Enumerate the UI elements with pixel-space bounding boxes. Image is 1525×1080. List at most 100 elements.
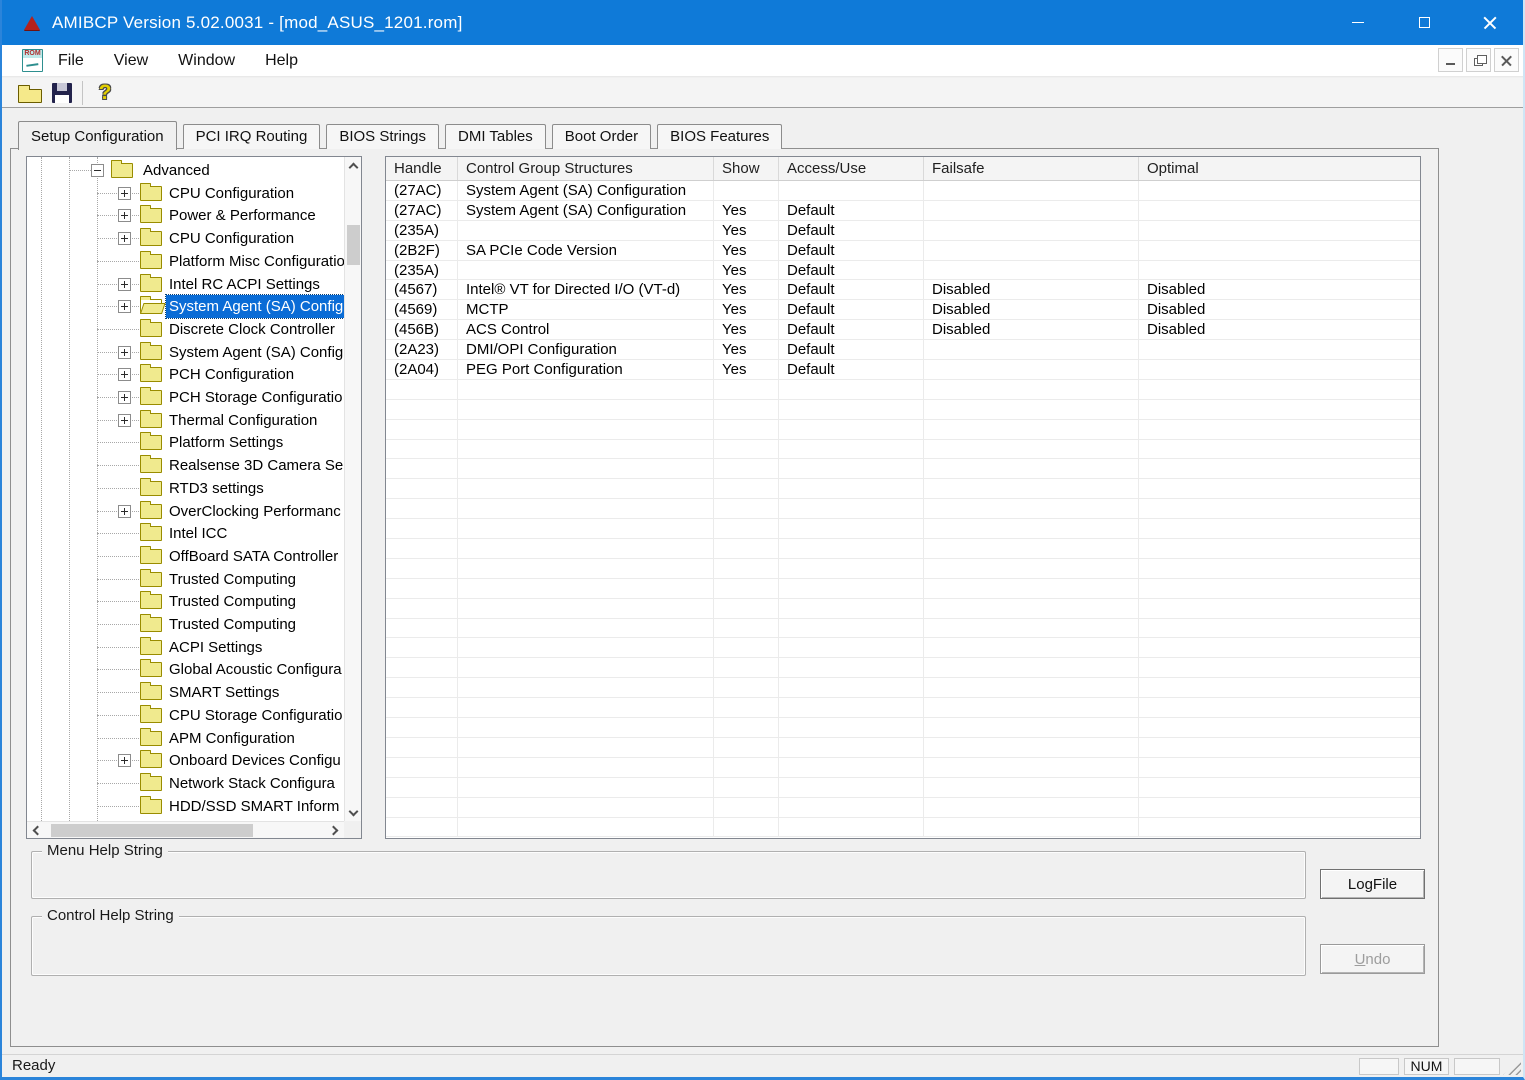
menu-item-help[interactable]: Help	[250, 48, 313, 74]
tree-connector	[97, 465, 141, 466]
tree-item[interactable]: CPU Configuration	[27, 227, 344, 250]
expand-icon[interactable]	[118, 300, 131, 313]
column-header-optimal[interactable]: Optimal	[1139, 157, 1420, 180]
column-header-control-group-structures[interactable]: Control Group Structures	[458, 157, 714, 180]
tab-bios-strings[interactable]: BIOS Strings	[326, 124, 439, 149]
scroll-left-icon[interactable]	[27, 822, 44, 839]
tree-item[interactable]: OffBoard SATA Controller	[27, 545, 344, 568]
table-row[interactable]: (235A)YesDefault	[386, 261, 1420, 281]
table-row[interactable]: (4567)Intel® VT for Directed I/O (VT-d)Y…	[386, 280, 1420, 300]
expand-icon[interactable]	[118, 505, 131, 518]
tree-item[interactable]: HDD/SSD SMART Inform	[27, 795, 344, 818]
tab-bar: Setup ConfigurationPCI IRQ RoutingBIOS S…	[18, 120, 782, 149]
tree-item[interactable]: Intel RC ACPI Settings	[27, 273, 344, 296]
tree-item[interactable]: CPU Storage Configuratio	[27, 704, 344, 727]
tree-item[interactable]: PCH Configuration	[27, 363, 344, 386]
table-row[interactable]: (456B)ACS ControlYesDefaultDisabledDisab…	[386, 320, 1420, 340]
cell-failsafe	[924, 579, 1139, 598]
column-header-failsafe[interactable]: Failsafe	[924, 157, 1139, 180]
table-row[interactable]: (27AC)System Agent (SA) Configuration	[386, 181, 1420, 201]
tree-item[interactable]: CPU Configuration	[27, 182, 344, 205]
menu-item-window[interactable]: Window	[163, 48, 250, 74]
tree-item[interactable]: APM Configuration	[27, 727, 344, 750]
expand-icon[interactable]	[118, 368, 131, 381]
open-button[interactable]	[14, 80, 46, 106]
minimize-button[interactable]	[1325, 0, 1391, 45]
cell-show	[714, 798, 779, 817]
expand-icon[interactable]	[118, 754, 131, 767]
mdi-document-icon[interactable]: ROM	[22, 49, 43, 72]
cell-handle	[386, 459, 458, 478]
column-header-access-use[interactable]: Access/Use	[779, 157, 924, 180]
tree-item[interactable]: OverClocking Performanc	[27, 500, 344, 523]
tree-item[interactable]: System Agent (SA) Config	[27, 295, 344, 318]
expand-icon[interactable]	[118, 346, 131, 359]
tab-boot-order[interactable]: Boot Order	[552, 124, 651, 149]
scroll-right-icon[interactable]	[327, 822, 344, 839]
close-button[interactable]	[1457, 0, 1523, 45]
tree-item[interactable]: Advanced	[27, 159, 344, 182]
column-header-show[interactable]: Show	[714, 157, 779, 180]
tree-item[interactable]: Realsense 3D Camera Se	[27, 454, 344, 477]
undo-button[interactable]: Undo	[1320, 944, 1425, 974]
cell-access	[779, 619, 924, 638]
tab-setup-configuration[interactable]: Setup Configuration	[18, 121, 177, 150]
tree-item[interactable]: System Agent (SA) Config	[27, 341, 344, 364]
expand-icon[interactable]	[118, 278, 131, 291]
tree-item[interactable]: Intel ICC	[27, 522, 344, 545]
expand-icon[interactable]	[118, 391, 131, 404]
tree-item[interactable]: Power & Performance	[27, 204, 344, 227]
tab-bios-features[interactable]: BIOS Features	[657, 124, 782, 149]
table-row[interactable]: (2B2F)SA PCIe Code VersionYesDefault	[386, 241, 1420, 261]
tree-item[interactable]: Global Acoustic Configura	[27, 658, 344, 681]
tree-item[interactable]: PCH Storage Configuratio	[27, 386, 344, 409]
tree-item[interactable]: Trusted Computing	[27, 613, 344, 636]
expand-icon[interactable]	[118, 232, 131, 245]
tree-horizontal-scrollbar[interactable]	[27, 821, 344, 838]
tab-dmi-tables[interactable]: DMI Tables	[445, 124, 546, 149]
cell-handle: (235A)	[386, 221, 458, 240]
logfile-button[interactable]: LogFile	[1320, 869, 1425, 899]
tab-pci-irq-routing[interactable]: PCI IRQ Routing	[183, 124, 321, 149]
tree-item[interactable]: Trusted Computing	[27, 568, 344, 591]
scroll-down-icon[interactable]	[345, 804, 362, 821]
tree-item[interactable]: Network Stack Configura	[27, 772, 344, 795]
mdi-restore-icon	[1474, 58, 1483, 66]
tree-item[interactable]: Onboard Devices Configu	[27, 749, 344, 772]
horizontal-scrollbar-thumb[interactable]	[51, 824, 253, 837]
tree-item[interactable]: Platform Settings	[27, 431, 344, 454]
tree-item[interactable]: ACPI Settings	[27, 636, 344, 659]
expand-icon[interactable]	[118, 209, 131, 222]
table-row[interactable]: (27AC)System Agent (SA) ConfigurationYes…	[386, 201, 1420, 221]
expand-icon[interactable]	[118, 414, 131, 427]
tree-vertical-scrollbar[interactable]	[344, 157, 361, 821]
scroll-up-icon[interactable]	[345, 157, 362, 174]
tree-item[interactable]: Thermal Configuration	[27, 409, 344, 432]
table-row[interactable]: (2A23)DMI/OPI ConfigurationYesDefault	[386, 340, 1420, 360]
tree-item[interactable]: Platform Misc Configuratio	[27, 250, 344, 273]
cell-name	[458, 440, 714, 459]
cell-access: Default	[779, 320, 924, 339]
mdi-minimize-button[interactable]	[1438, 48, 1463, 72]
tree-item[interactable]: RTD3 settings	[27, 477, 344, 500]
vertical-scrollbar-thumb[interactable]	[347, 225, 360, 265]
maximize-button[interactable]	[1391, 0, 1457, 45]
menu-item-view[interactable]: View	[99, 48, 163, 74]
cell-handle: (235A)	[386, 261, 458, 280]
grid-body: (27AC)System Agent (SA) Configuration(27…	[386, 181, 1420, 837]
menu-item-file[interactable]: File	[43, 48, 99, 74]
mdi-restore-button[interactable]	[1466, 48, 1491, 72]
resize-grip[interactable]	[1503, 1059, 1521, 1075]
table-row[interactable]: (4569)MCTPYesDefaultDisabledDisabled	[386, 300, 1420, 320]
save-button[interactable]	[46, 80, 78, 106]
expand-icon[interactable]	[118, 187, 131, 200]
collapse-icon[interactable]	[91, 164, 104, 177]
table-row[interactable]: (2A04)PEG Port ConfigurationYesDefault	[386, 360, 1420, 380]
tree-item[interactable]: Trusted Computing	[27, 590, 344, 613]
column-header-handle[interactable]: Handle	[386, 157, 458, 180]
tree-item[interactable]: SMART Settings	[27, 681, 344, 704]
help-button[interactable]: ?	[89, 80, 121, 106]
mdi-close-button[interactable]	[1494, 48, 1519, 72]
tree-item[interactable]: Discrete Clock Controller	[27, 318, 344, 341]
table-row[interactable]: (235A)YesDefault	[386, 221, 1420, 241]
